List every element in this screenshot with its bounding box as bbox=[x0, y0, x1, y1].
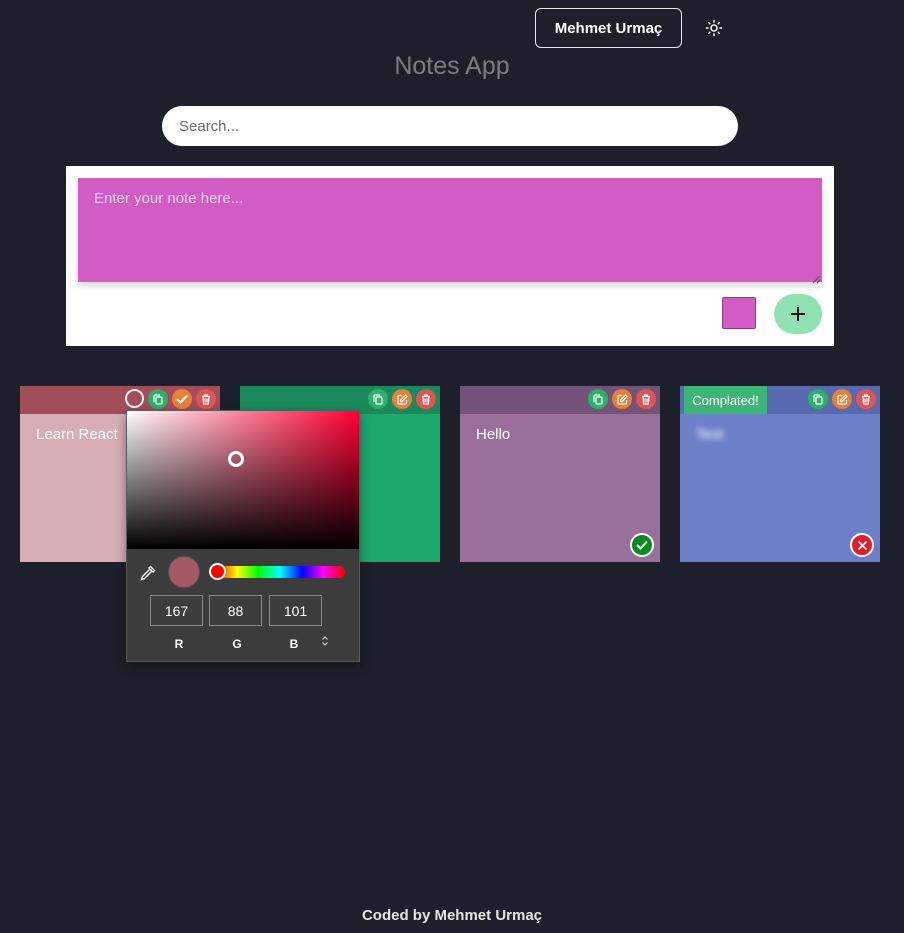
search-input[interactable] bbox=[162, 106, 738, 146]
blue-input[interactable]: 101 bbox=[269, 595, 322, 626]
user-button[interactable]: Mehmet Urmaç bbox=[535, 8, 682, 48]
footer-credit: Coded by Mehmet Urmaç bbox=[361, 907, 543, 924]
page-title: Notes App bbox=[394, 52, 510, 80]
copy-icon[interactable] bbox=[808, 389, 828, 409]
edit-icon[interactable] bbox=[612, 389, 632, 409]
note-text: Learn React bbox=[36, 426, 118, 443]
eyedropper-icon[interactable] bbox=[139, 564, 157, 582]
note-text: Hello bbox=[476, 426, 511, 443]
red-input[interactable]: 167 bbox=[150, 595, 203, 626]
saturation-handle[interactable] bbox=[228, 451, 244, 467]
add-note-button[interactable] bbox=[774, 294, 822, 334]
sun-icon[interactable] bbox=[702, 16, 726, 40]
edit-icon[interactable] bbox=[392, 389, 412, 409]
edit-icon[interactable] bbox=[832, 389, 852, 409]
saturation-value-area[interactable] bbox=[127, 411, 359, 549]
note-textarea[interactable] bbox=[78, 178, 822, 282]
trash-icon[interactable] bbox=[636, 389, 656, 409]
blue-label: B bbox=[289, 637, 299, 651]
plus-icon bbox=[791, 307, 805, 321]
color-swatch-button[interactable] bbox=[722, 297, 756, 329]
hue-handle[interactable] bbox=[209, 563, 226, 580]
note-card: Hello bbox=[460, 386, 660, 562]
note-composer bbox=[66, 166, 834, 346]
color-preview bbox=[168, 556, 200, 588]
trash-icon[interactable] bbox=[856, 389, 876, 409]
trash-icon[interactable] bbox=[416, 389, 436, 409]
resize-grip-icon[interactable] bbox=[811, 271, 821, 284]
copy-icon[interactable] bbox=[148, 389, 168, 409]
red-label: R bbox=[174, 637, 184, 651]
green-input[interactable]: 88 bbox=[209, 595, 262, 626]
completed-badge: Complated! bbox=[684, 386, 767, 414]
copy-icon[interactable] bbox=[368, 389, 388, 409]
completed-check-icon[interactable] bbox=[630, 533, 654, 557]
green-label: G bbox=[232, 637, 242, 651]
chevron-up-down-icon[interactable] bbox=[318, 635, 332, 651]
close-circle-icon[interactable] bbox=[850, 533, 874, 557]
check-icon[interactable] bbox=[172, 389, 192, 409]
color-picker: 167 88 101 R G B bbox=[126, 410, 360, 662]
trash-icon[interactable] bbox=[196, 389, 216, 409]
hue-slider[interactable] bbox=[215, 566, 345, 578]
note-text: Test bbox=[696, 426, 724, 443]
note-card: Complated! Test bbox=[680, 386, 880, 562]
color-circle-icon[interactable] bbox=[125, 389, 144, 408]
copy-icon[interactable] bbox=[588, 389, 608, 409]
